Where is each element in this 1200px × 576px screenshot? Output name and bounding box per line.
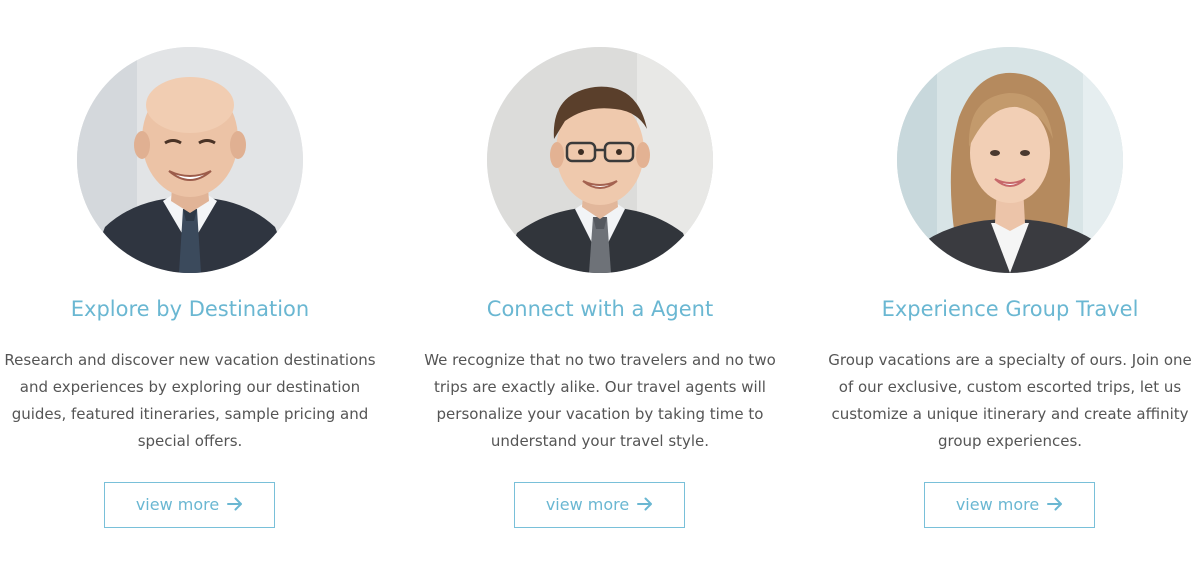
- man-with-glasses-portrait: [487, 47, 713, 273]
- feature-description: We recognize that no two travelers and n…: [424, 351, 776, 450]
- view-more-label: view more: [135, 495, 220, 514]
- view-more-label: view more: [955, 495, 1040, 514]
- arrow-right-icon: [227, 497, 243, 511]
- view-more-label: view more: [545, 495, 630, 514]
- features-section: Explore by Destination Research and disc…: [0, 0, 1200, 576]
- feature-description: Group vacations are a specialty of ours.…: [828, 351, 1192, 450]
- feature-card-group: Experience Group Travel Group vacations …: [820, 0, 1200, 576]
- feature-title: Experience Group Travel: [881, 297, 1139, 321]
- feature-card-destination: Explore by Destination Research and disc…: [0, 0, 380, 576]
- bald-man-portrait: [77, 47, 303, 273]
- woman-portrait: [897, 47, 1123, 273]
- arrow-right-icon: [1047, 497, 1063, 511]
- agent-photo-destination: [77, 47, 303, 273]
- feature-card-agent: Connect with a Agent We recognize that n…: [410, 0, 790, 576]
- agent-photo-connect: [487, 47, 713, 273]
- view-more-button[interactable]: view more: [104, 482, 275, 528]
- feature-description: Research and discover new vacation desti…: [4, 351, 376, 450]
- view-more-button[interactable]: view more: [514, 482, 685, 528]
- feature-title: Explore by Destination: [70, 297, 310, 321]
- arrow-right-icon: [637, 497, 653, 511]
- agent-photo-group: [897, 47, 1123, 273]
- view-more-button[interactable]: view more: [924, 482, 1095, 528]
- feature-title: Connect with a Agent: [486, 297, 714, 321]
